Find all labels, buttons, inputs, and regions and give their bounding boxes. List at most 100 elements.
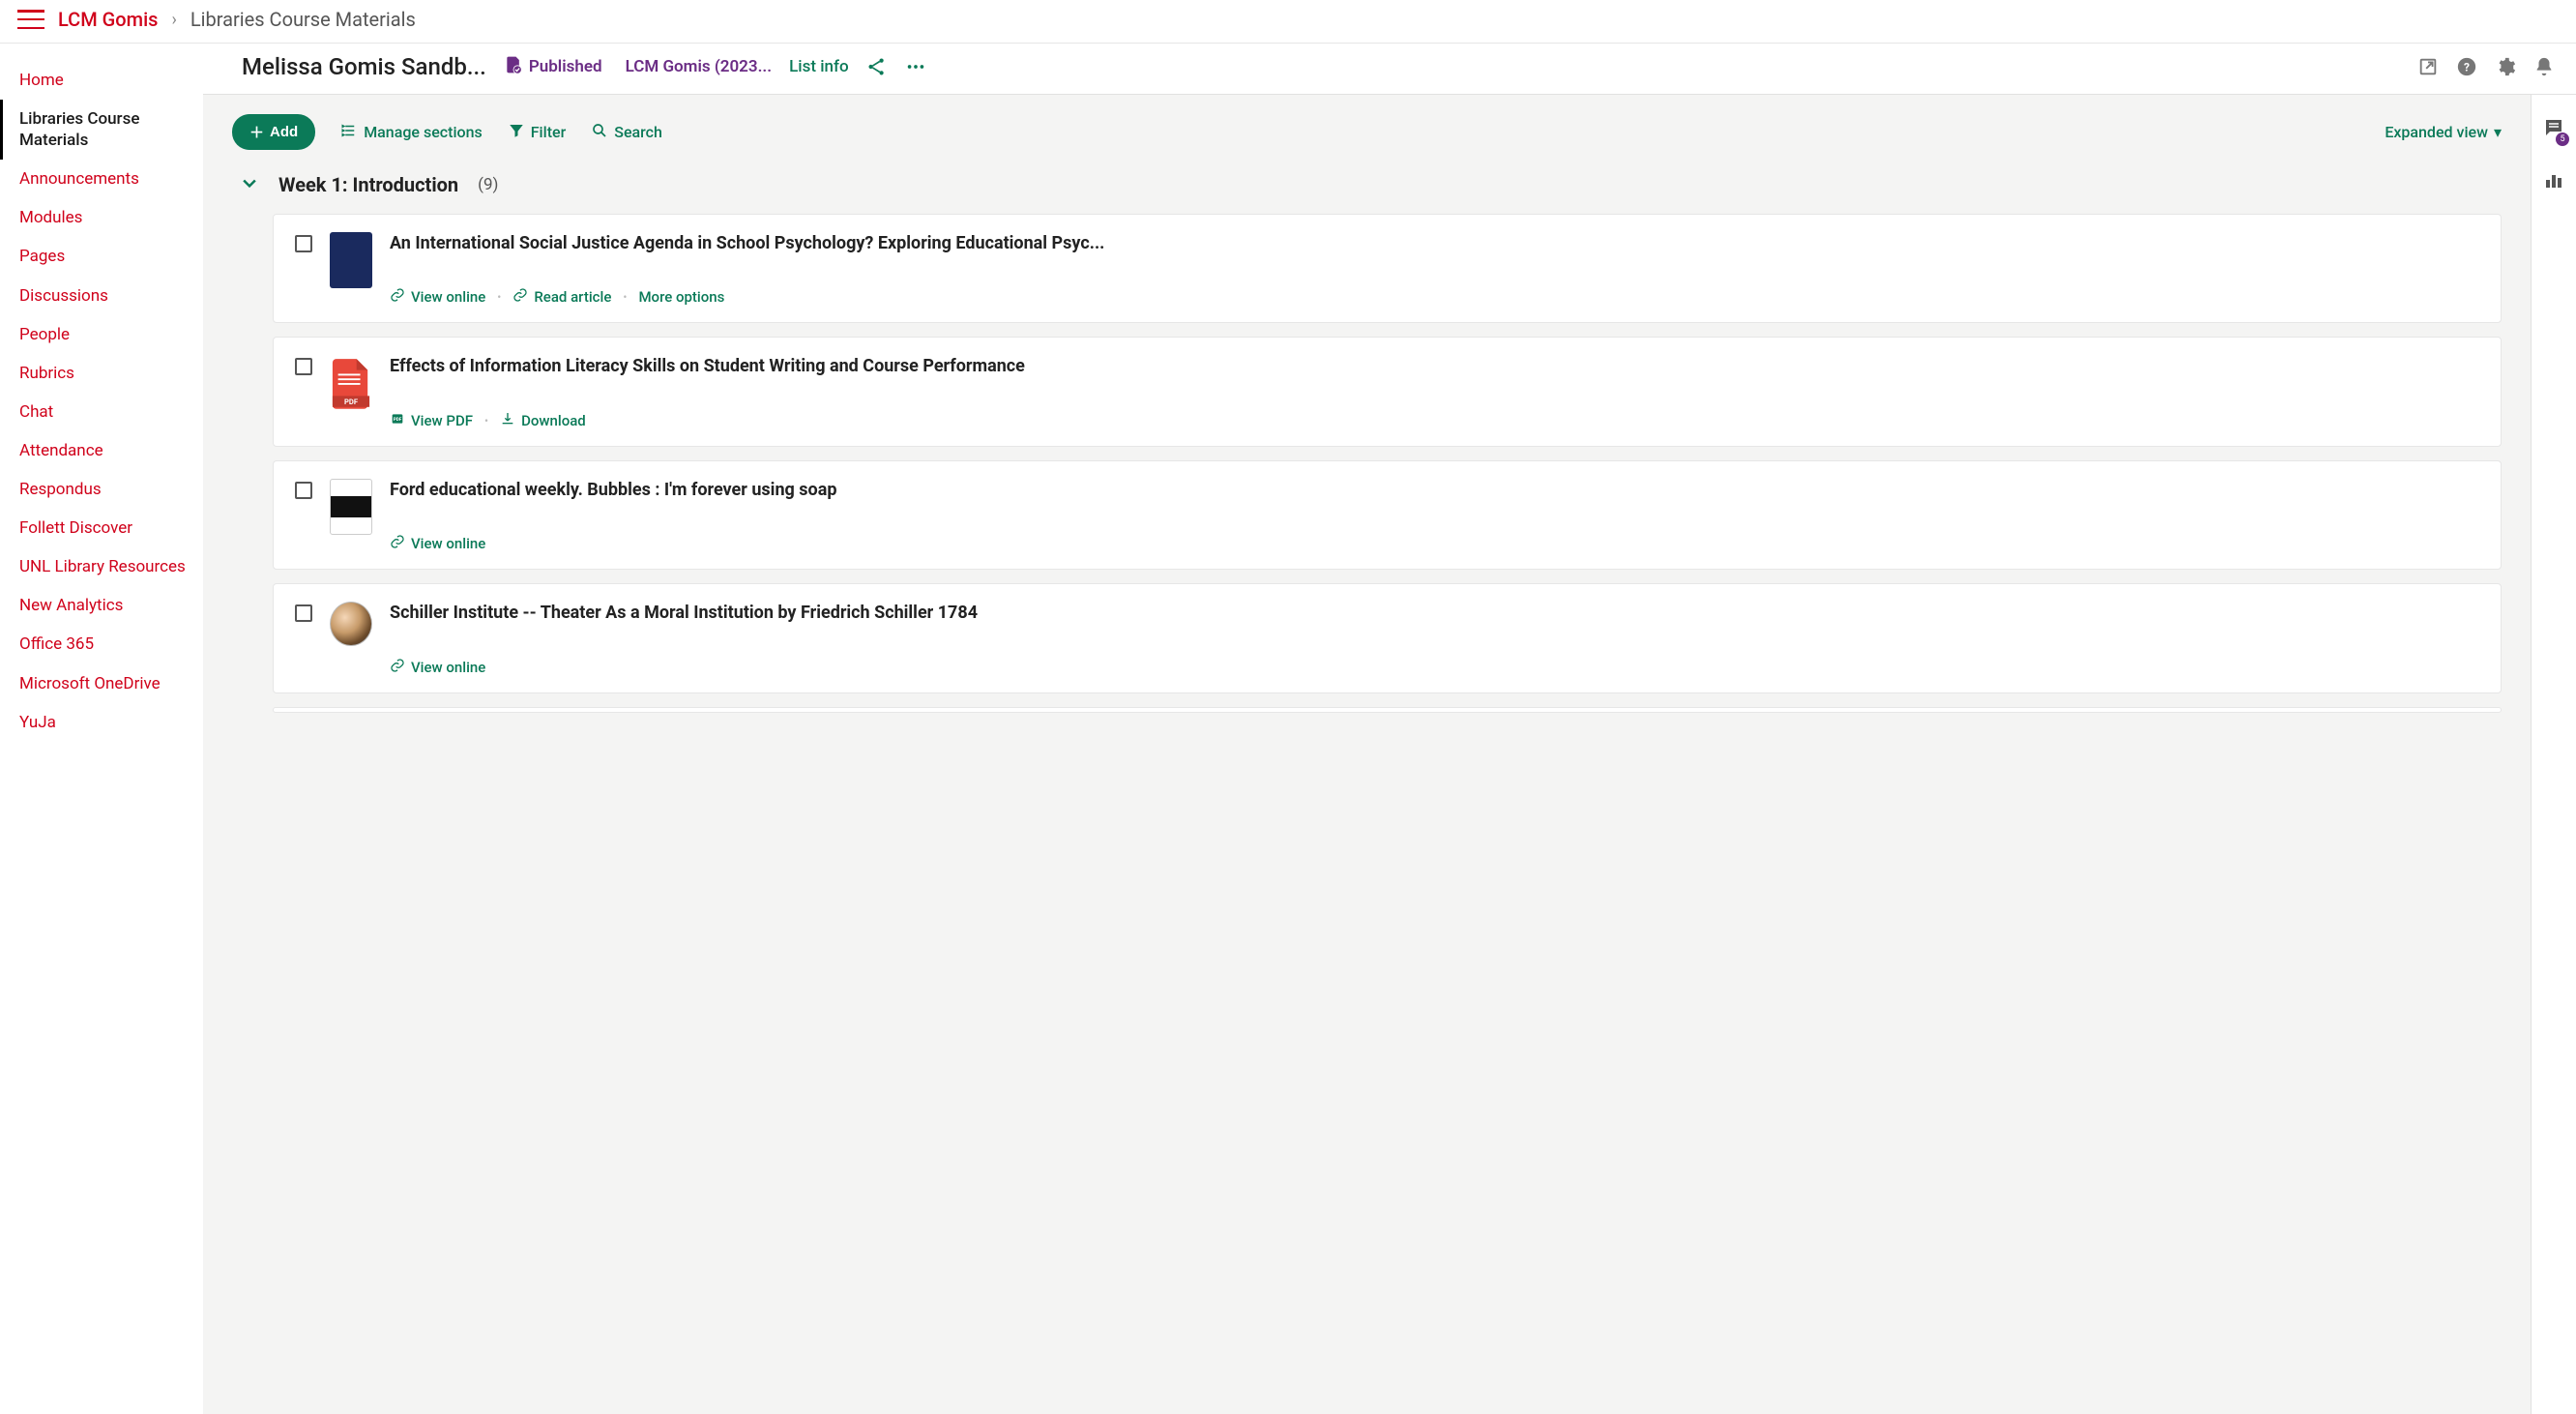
sidenav-item-attendance[interactable]: Attendance bbox=[0, 431, 203, 470]
sidenav-item-announcements[interactable]: Announcements bbox=[0, 160, 203, 198]
share-icon[interactable] bbox=[866, 56, 888, 77]
section-title: Week 1: Introduction bbox=[278, 173, 458, 196]
book-cover-thumb bbox=[330, 232, 372, 288]
context-title: Melissa Gomis Sandb... bbox=[242, 53, 486, 80]
breadcrumb-root[interactable]: LCM Gomis bbox=[58, 8, 158, 31]
sidenav-item-people[interactable]: People bbox=[0, 315, 203, 354]
item-action-label: View online bbox=[411, 535, 485, 552]
item-action-label: Download bbox=[521, 412, 586, 429]
filter-link[interactable]: Filter bbox=[508, 122, 567, 143]
separator-dot: • bbox=[497, 290, 501, 304]
manage-sections-link[interactable]: Manage sections bbox=[340, 122, 483, 143]
sidenav-item-rubrics[interactable]: Rubrics bbox=[0, 354, 203, 393]
add-button[interactable]: ＋ Add bbox=[232, 114, 315, 150]
sidenav-item-modules[interactable]: Modules bbox=[0, 198, 203, 237]
sidenav-item-chat[interactable]: Chat bbox=[0, 393, 203, 431]
help-icon[interactable]: ? bbox=[2456, 56, 2477, 77]
sidenav-item-follett-discover[interactable]: Follett Discover bbox=[0, 509, 203, 547]
item-action-view online[interactable]: View online bbox=[390, 658, 485, 677]
pdf-icon: PDF bbox=[390, 411, 405, 430]
search-icon bbox=[591, 122, 608, 143]
sidenav-item-discussions[interactable]: Discussions bbox=[0, 277, 203, 315]
notifications-bell-icon[interactable] bbox=[2533, 56, 2555, 77]
item-action-label: View PDF bbox=[411, 412, 473, 429]
sidenav-item-libraries-course-materials[interactable]: Libraries Course Materials bbox=[0, 100, 203, 160]
list-item[interactable]: Ford educational weekly. Bubbles : I'm f… bbox=[273, 460, 2502, 570]
item-action-more options[interactable]: More options bbox=[638, 288, 724, 306]
item-actions-row: View online • Read article • More options bbox=[390, 287, 2479, 307]
item-action-download[interactable]: Download bbox=[500, 411, 586, 430]
item-checkbox[interactable] bbox=[295, 604, 312, 622]
item-checkbox[interactable] bbox=[295, 482, 312, 499]
view-toggle-label: Expanded view bbox=[2385, 123, 2488, 141]
published-check-icon bbox=[504, 55, 523, 79]
item-action-view online[interactable]: View online bbox=[390, 287, 485, 307]
list-item[interactable]: PDF Effects of Information Literacy Skill… bbox=[273, 337, 2502, 446]
svg-text:PDF: PDF bbox=[344, 398, 359, 406]
item-checkbox[interactable] bbox=[295, 235, 312, 252]
sidenav-item-respondus[interactable]: Respondus bbox=[0, 470, 203, 509]
analytics-rail-icon[interactable] bbox=[2542, 168, 2565, 195]
item-title: Effects of Information Literacy Skills o… bbox=[390, 355, 2479, 377]
open-external-icon[interactable] bbox=[2417, 56, 2439, 77]
link-icon bbox=[512, 287, 528, 307]
view-toggle[interactable]: Expanded view ▾ bbox=[2379, 123, 2502, 141]
hamburger-menu-icon[interactable] bbox=[17, 10, 44, 29]
list-tree-icon bbox=[340, 122, 358, 143]
sidenav-item-yuja[interactable]: YuJa bbox=[0, 703, 203, 742]
pdf-file-thumb: PDF bbox=[330, 355, 372, 411]
sidenav-item-home[interactable]: Home bbox=[0, 61, 203, 100]
list-item[interactable]: Schiller Institute -- Theater As a Moral… bbox=[273, 583, 2502, 692]
breadcrumb-current: Libraries Course Materials bbox=[190, 8, 416, 31]
sidenav-item-microsoft-onedrive[interactable]: Microsoft OneDrive bbox=[0, 664, 203, 703]
item-action-label: View online bbox=[411, 659, 485, 676]
list-item[interactable]: An International Social Justice Agenda i… bbox=[273, 214, 2502, 323]
search-label: Search bbox=[614, 123, 662, 141]
section-collapse-icon[interactable] bbox=[240, 173, 259, 196]
item-action-label: View online bbox=[411, 288, 485, 306]
list-toolbar: ＋ Add Manage sections Filter bbox=[232, 114, 2502, 150]
link-icon bbox=[390, 287, 405, 307]
list-item-peek bbox=[273, 707, 2502, 713]
list-header-bar: Melissa Gomis Sandb... Published LCM Gom… bbox=[203, 44, 2576, 95]
item-action-view online[interactable]: View online bbox=[390, 534, 485, 553]
search-link[interactable]: Search bbox=[591, 122, 662, 143]
section-header: Week 1: Introduction (9) bbox=[240, 173, 2502, 196]
filter-funnel-icon bbox=[508, 122, 525, 143]
manage-sections-label: Manage sections bbox=[364, 123, 483, 141]
course-label: LCM Gomis (2023... bbox=[626, 57, 772, 76]
item-title: An International Social Justice Agenda i… bbox=[390, 232, 2479, 254]
chevron-right-icon: › bbox=[171, 10, 176, 30]
link-icon bbox=[390, 658, 405, 677]
add-button-label: Add bbox=[270, 124, 298, 140]
top-breadcrumb-bar: LCM Gomis › Libraries Course Materials bbox=[0, 0, 2576, 44]
item-action-read article[interactable]: Read article bbox=[512, 287, 611, 307]
item-title: Schiller Institute -- Theater As a Moral… bbox=[390, 602, 2479, 624]
item-action-label: More options bbox=[638, 288, 724, 306]
more-options-icon[interactable] bbox=[905, 56, 926, 77]
reading-list-panel: ＋ Add Manage sections Filter bbox=[203, 95, 2532, 1414]
right-utility-rail: 5 bbox=[2532, 95, 2576, 1414]
settings-gear-icon[interactable] bbox=[2495, 56, 2516, 77]
section-count: (9) bbox=[478, 175, 498, 194]
separator-dot: • bbox=[484, 414, 488, 427]
list-info-link[interactable]: List info bbox=[789, 57, 849, 76]
svg-text:PDF: PDF bbox=[394, 417, 402, 423]
item-checkbox[interactable] bbox=[295, 358, 312, 375]
published-status[interactable]: Published bbox=[504, 55, 602, 79]
published-label: Published bbox=[529, 57, 602, 76]
item-title: Ford educational weekly. Bubbles : I'm f… bbox=[390, 479, 2479, 501]
comments-rail-icon[interactable]: 5 bbox=[2542, 116, 2565, 143]
link-icon bbox=[390, 534, 405, 553]
item-actions-row: View online bbox=[390, 658, 2479, 677]
course-chip[interactable]: LCM Gomis (2023... bbox=[620, 57, 772, 76]
sidenav-item-office-365[interactable]: Office 365 bbox=[0, 625, 203, 663]
sidenav-item-pages[interactable]: Pages bbox=[0, 237, 203, 276]
item-action-view pdf[interactable]: PDF View PDF bbox=[390, 411, 473, 430]
sidenav-item-unl-library-resources[interactable]: UNL Library Resources bbox=[0, 547, 203, 586]
course-sidenav: Home Libraries Course Materials Announce… bbox=[0, 44, 203, 1414]
sidenav-item-new-analytics[interactable]: New Analytics bbox=[0, 586, 203, 625]
separator-dot: • bbox=[623, 290, 627, 304]
film-still-thumb bbox=[330, 479, 372, 535]
filter-label: Filter bbox=[531, 123, 567, 141]
